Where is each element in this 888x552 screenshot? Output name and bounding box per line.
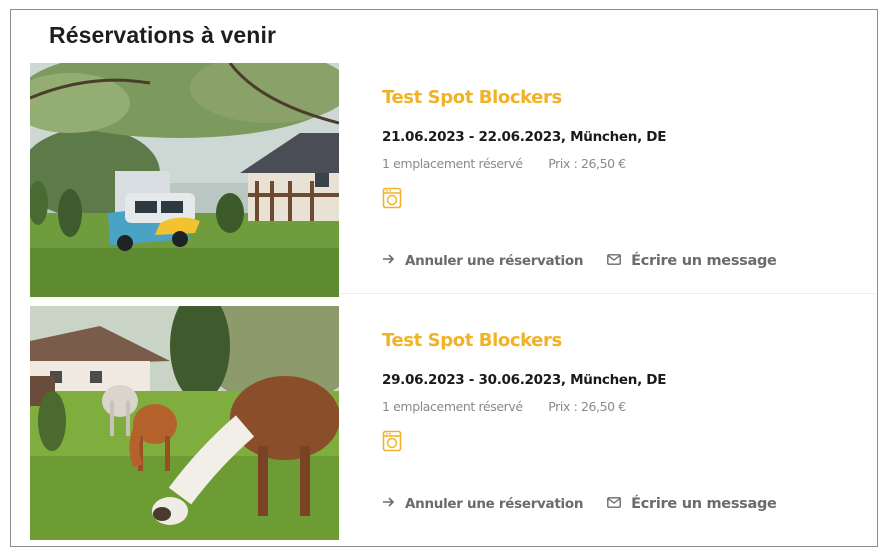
spot-title[interactable]: Test Spot Blockers — [382, 87, 562, 108]
llamas-grazing-photo — [30, 306, 339, 540]
reservation-actions: Annuler une réservation Écrire un messag… — [382, 253, 777, 269]
washing-machine-icon — [382, 430, 402, 452]
cancel-reservation-label: Annuler une réservation — [405, 496, 584, 512]
write-message-link[interactable]: Écrire un message — [607, 496, 777, 512]
price: Prix : 26,50 € — [548, 156, 626, 171]
reservation-card: Test Spot Blockers 29.06.2023 - 30.06.20… — [30, 306, 877, 542]
envelope-icon — [607, 496, 622, 512]
reservation-dates-location: 29.06.2023 - 30.06.2023, München, DE — [382, 372, 667, 388]
spots-reserved: 1 emplacement réservé — [382, 399, 523, 414]
reservation-meta: 1 emplacement réservé Prix : 26,50 € — [382, 156, 626, 171]
write-message-label: Écrire un message — [631, 496, 777, 512]
reservation-info: Test Spot Blockers 29.06.2023 - 30.06.20… — [339, 306, 877, 542]
reservation-meta: 1 emplacement réservé Prix : 26,50 € — [382, 399, 626, 414]
reservation-actions: Annuler une réservation Écrire un messag… — [382, 496, 777, 512]
cancel-reservation-link[interactable]: Annuler une réservation — [382, 496, 583, 512]
washing-machine-icon — [382, 187, 402, 209]
price: Prix : 26,50 € — [548, 399, 626, 414]
arrow-right-icon — [382, 253, 395, 269]
cancel-reservation-link[interactable]: Annuler une réservation — [382, 253, 583, 269]
divider — [340, 293, 877, 294]
reservation-card: Test Spot Blockers 21.06.2023 - 22.06.20… — [30, 63, 877, 299]
arrow-right-icon — [382, 496, 395, 512]
reservations-panel: Réservations à venir Test Spot Blockers … — [10, 9, 878, 547]
envelope-icon — [607, 253, 622, 269]
page-title: Réservations à venir — [49, 22, 277, 48]
spots-reserved: 1 emplacement réservé — [382, 156, 523, 171]
reservation-info: Test Spot Blockers 21.06.2023 - 22.06.20… — [339, 63, 877, 299]
write-message-label: Écrire un message — [631, 253, 777, 269]
camper-van-in-garden-photo — [30, 63, 339, 297]
spot-title[interactable]: Test Spot Blockers — [382, 330, 562, 351]
cancel-reservation-label: Annuler une réservation — [405, 253, 584, 269]
write-message-link[interactable]: Écrire un message — [607, 253, 777, 269]
reservation-dates-location: 21.06.2023 - 22.06.2023, München, DE — [382, 129, 667, 145]
